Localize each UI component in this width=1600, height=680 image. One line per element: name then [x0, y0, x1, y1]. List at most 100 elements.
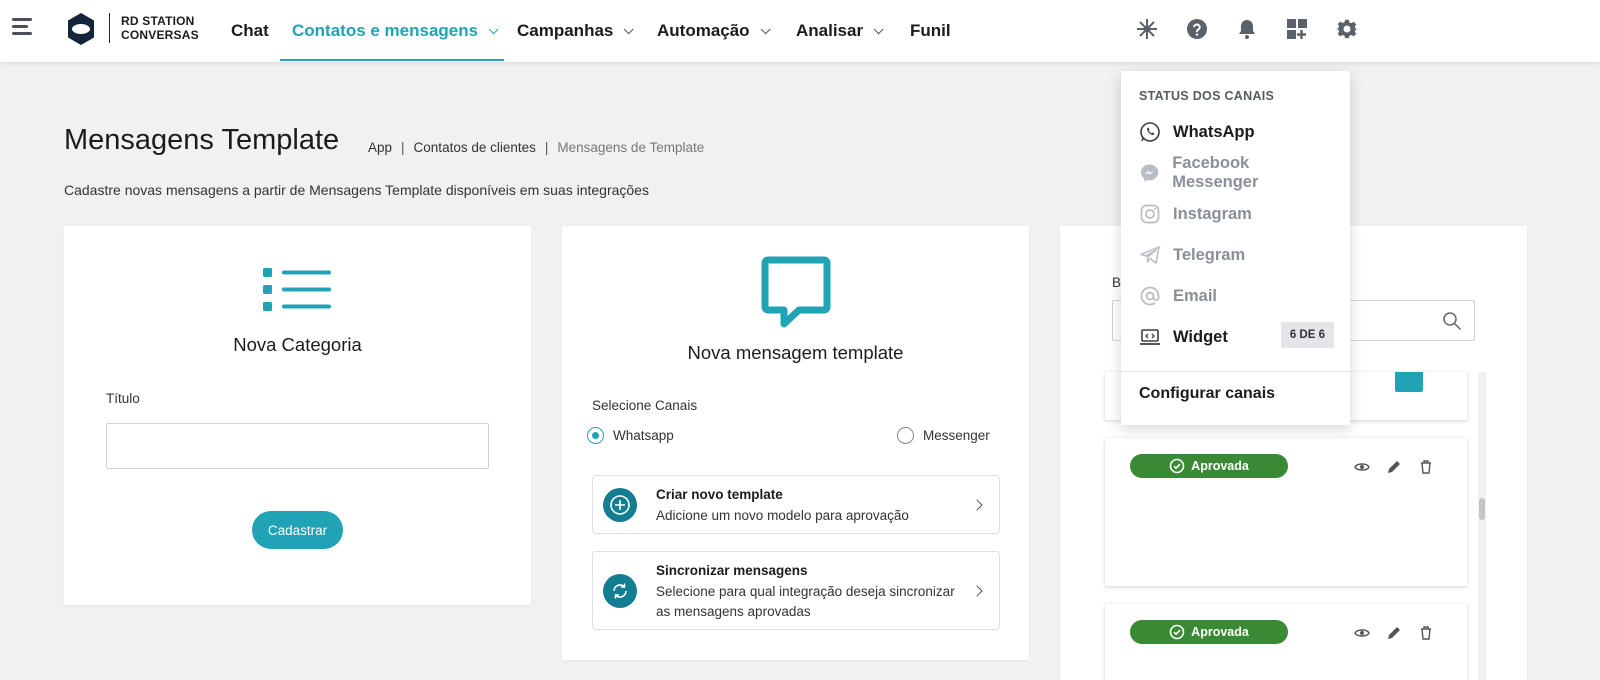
chevron-down-icon — [624, 23, 634, 34]
pencil-icon[interactable] — [1386, 459, 1402, 475]
nav-automacao-label: Automação — [657, 21, 750, 40]
template-item[interactable]: Aprovada — [1105, 438, 1467, 586]
nav-chat[interactable]: Chat — [231, 0, 269, 62]
chevron-down-icon — [488, 23, 499, 34]
breadcrumb-app[interactable]: App — [368, 140, 392, 155]
widget-count-badge: 6 DE 6 — [1280, 322, 1334, 348]
search-icon[interactable] — [1442, 311, 1462, 331]
radio-whatsapp-label: Whatsapp — [613, 428, 674, 443]
nav-funil[interactable]: Funil — [910, 0, 951, 62]
channel-telegram[interactable]: Telegram — [1139, 241, 1334, 269]
chevron-down-icon — [873, 23, 884, 34]
scrollbar-thumb[interactable] — [1479, 498, 1485, 520]
logo-text: RD STATION CONVERSAS — [121, 14, 199, 42]
list-icon — [263, 268, 331, 311]
telegram-icon — [1140, 246, 1160, 264]
logo-divider — [109, 13, 110, 43]
channel-email-label: Email — [1173, 286, 1218, 305]
nav-funil-label: Funil — [910, 21, 951, 40]
nav-analisar[interactable]: Analisar — [796, 0, 884, 62]
create-template-description: Adicione um novo modelo para aprovação — [656, 508, 909, 523]
template-preview-thumbnail — [1395, 372, 1423, 392]
check-circle-icon — [1169, 458, 1185, 474]
widget-icon — [1140, 329, 1160, 345]
breadcrumb-separator: | — [544, 140, 549, 155]
nav-campanhas[interactable]: Campanhas — [517, 0, 634, 62]
instagram-icon — [1140, 204, 1160, 224]
help-icon[interactable] — [1185, 17, 1209, 41]
trash-icon[interactable] — [1418, 459, 1434, 475]
configure-channels-link[interactable]: Configurar canais — [1139, 385, 1275, 403]
status-badge: Aprovada — [1130, 454, 1288, 478]
integrations-icon[interactable] — [1135, 17, 1159, 41]
top-navigation: RD STATION CONVERSAS Chat Contatos e men… — [0, 0, 1600, 62]
channels-label: Selecione Canais — [592, 398, 698, 413]
channel-whatsapp[interactable]: WhatsApp — [1139, 118, 1334, 146]
scrollbar-track[interactable] — [1478, 372, 1486, 680]
nav-campanhas-label: Campanhas — [517, 21, 614, 40]
page-title: Mensagens Template — [64, 124, 340, 156]
breadcrumb-contatos[interactable]: Contatos de clientes — [414, 140, 536, 155]
chat-bubble-icon — [761, 256, 831, 328]
radio-whatsapp[interactable]: Whatsapp — [587, 427, 674, 444]
logo-line-1: RD STATION — [121, 14, 195, 28]
bell-icon[interactable] — [1235, 17, 1259, 41]
dropdown-divider — [1121, 371, 1350, 372]
new-template-card: Nova mensagem template Selecione Canais … — [562, 226, 1029, 660]
breadcrumb-current: Mensagens de Template — [557, 140, 705, 155]
channel-messenger-label: Facebook Messenger — [1172, 154, 1259, 191]
page-subtitle: Cadastre novas mensagens a partir de Men… — [64, 182, 649, 198]
channel-email[interactable]: Email — [1139, 282, 1334, 310]
channel-instagram[interactable]: Instagram — [1139, 200, 1334, 228]
chevron-right-icon — [971, 499, 983, 511]
chevron-down-icon — [760, 23, 771, 34]
logo-icon — [68, 13, 94, 45]
chevron-right-icon — [971, 585, 983, 597]
channel-telegram-label: Telegram — [1173, 245, 1246, 264]
sync-icon — [603, 574, 637, 608]
channel-facebook-messenger[interactable]: Facebook Messenger — [1139, 154, 1334, 191]
title-input[interactable] — [106, 423, 489, 469]
radio-messenger[interactable]: Messenger — [897, 427, 990, 444]
breadcrumb-separator: | — [401, 140, 405, 155]
trash-icon[interactable] — [1418, 625, 1434, 641]
apps-add-icon[interactable] — [1285, 17, 1309, 41]
new-category-card: Nova Categoria Título Cadastrar — [64, 226, 531, 605]
plus-circle-icon — [603, 488, 637, 522]
pencil-icon[interactable] — [1386, 625, 1402, 641]
eye-icon[interactable] — [1354, 459, 1370, 475]
logo-line-2: CONVERSAS — [121, 28, 199, 42]
title-field-label: Título — [106, 391, 140, 406]
channel-status-heading: STATUS DOS CANAIS — [1139, 89, 1275, 103]
new-template-title: Nova mensagem template — [687, 342, 904, 363]
whatsapp-icon — [1140, 122, 1160, 142]
active-tab-indicator — [280, 59, 504, 61]
create-template-option[interactable]: Criar novo template Adicione um novo mod… — [592, 475, 1000, 534]
nav-analisar-label: Analisar — [796, 21, 864, 40]
nav-chat-label: Chat — [231, 21, 269, 40]
channel-whatsapp-label: WhatsApp — [1173, 122, 1255, 141]
create-template-title: Criar novo template — [656, 487, 783, 502]
sync-messages-option[interactable]: Sincronizar mensagens Selecione para qua… — [592, 551, 1000, 630]
menu-icon[interactable] — [12, 18, 32, 38]
search-label: B — [1112, 275, 1122, 290]
sync-messages-title: Sincronizar mensagens — [656, 563, 808, 578]
sync-messages-description: Selecione para qual integração deseja si… — [656, 584, 955, 619]
check-circle-icon — [1169, 624, 1185, 640]
template-item[interactable]: Aprovada — [1105, 604, 1467, 680]
new-category-title: Nova Categoria — [233, 334, 362, 355]
cadastrar-button[interactable]: Cadastrar — [252, 511, 343, 549]
nav-automacao[interactable]: Automação — [657, 0, 771, 62]
status-text: Aprovada — [1191, 459, 1249, 473]
radio-dot — [897, 427, 914, 444]
nav-contatos-e-mensagens[interactable]: Contatos e mensagens — [292, 0, 499, 62]
gear-icon[interactable] — [1335, 17, 1359, 41]
channel-widget[interactable]: Widget 6 DE 6 — [1139, 322, 1334, 351]
radio-messenger-label: Messenger — [923, 428, 990, 443]
status-badge: Aprovada — [1130, 620, 1288, 644]
channel-instagram-label: Instagram — [1173, 204, 1252, 223]
at-icon — [1140, 286, 1160, 306]
eye-icon[interactable] — [1354, 625, 1370, 641]
breadcrumb: App | Contatos de clientes | Mensagens d… — [368, 140, 704, 155]
nav-contatos-label: Contatos e mensagens — [292, 21, 479, 40]
